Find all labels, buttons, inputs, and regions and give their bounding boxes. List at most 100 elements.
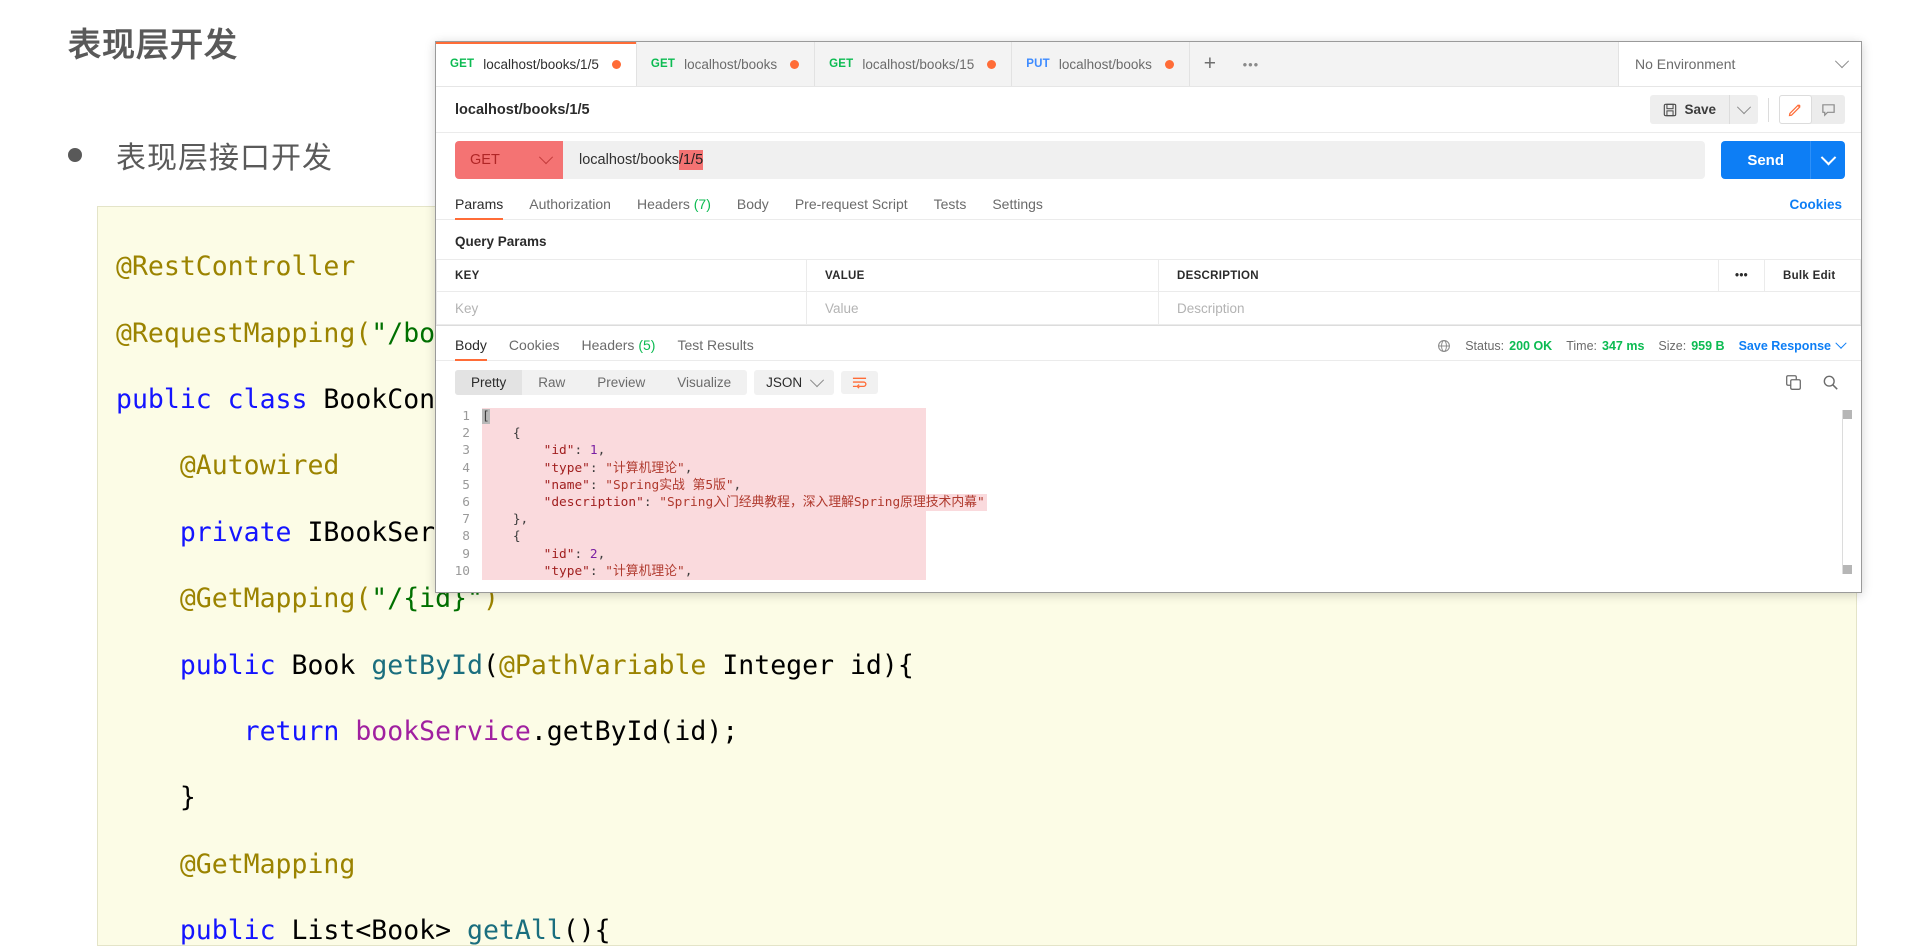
- time-value: 347 ms: [1602, 339, 1645, 353]
- request-tab-2[interactable]: GET localhost/books: [636, 42, 816, 86]
- tab-pre-request-script[interactable]: Pre-request Script: [795, 196, 908, 219]
- chevron-down-icon: [1820, 149, 1836, 165]
- response-body-viewer[interactable]: 1 [ 2 { 3 "id": 1, 4 "type": "计算机理论", 5: [436, 404, 1861, 588]
- json-line-text: {: [482, 425, 926, 443]
- response-tab-cookies-label: Cookies: [508, 337, 560, 353]
- floppy-icon: [1664, 103, 1677, 116]
- tab-params[interactable]: Params: [455, 196, 504, 220]
- status-label: Status:: [1465, 339, 1505, 353]
- tab-headers-label: Headers: [636, 196, 690, 212]
- size-label: Size:: [1658, 339, 1687, 353]
- json-line: 3 "id": 1,: [436, 442, 1861, 460]
- response-tab-test-results[interactable]: Test Results: [677, 337, 753, 360]
- params-options-icon[interactable]: •••: [1718, 259, 1765, 292]
- view-mode-preview[interactable]: Preview: [581, 370, 661, 395]
- json-line-text: },: [482, 511, 926, 529]
- request-tab-3[interactable]: GET localhost/books/15: [815, 42, 1013, 86]
- save-button-label: Save: [1684, 102, 1716, 117]
- url-input[interactable]: localhost/books/1/5: [563, 141, 1706, 179]
- param-value-cell[interactable]: Value: [806, 291, 1159, 325]
- view-toggle-group: [1779, 95, 1845, 124]
- line-number: 6: [462, 495, 470, 511]
- tab-params-label: Params: [455, 196, 504, 212]
- save-options-button[interactable]: [1729, 95, 1758, 124]
- chevron-down-icon: [538, 150, 554, 165]
- view-mode-raw[interactable]: Raw: [522, 370, 581, 395]
- tab-authorization[interactable]: Authorization: [529, 196, 611, 219]
- request-title-actions: Save: [1650, 95, 1845, 124]
- response-scrollbar[interactable]: [1842, 410, 1852, 574]
- tab-strip-spacer: [1271, 42, 1618, 86]
- json-line: 1 [: [436, 408, 1861, 426]
- format-selector[interactable]: JSON: [754, 370, 835, 395]
- query-params-label: Query Params: [455, 234, 547, 249]
- wrap-lines-button[interactable]: [841, 371, 879, 394]
- json-line-text: "id": 2,: [482, 545, 926, 563]
- request-tab-1-method: GET: [450, 58, 475, 70]
- tab-body-label: Body: [736, 196, 769, 212]
- line-number: 7: [462, 512, 470, 528]
- param-description-cell[interactable]: Description: [1158, 291, 1861, 325]
- send-options-button[interactable]: [1810, 141, 1845, 179]
- tab-authorization-label: Authorization: [529, 196, 611, 212]
- response-tab-headers-count: (5): [638, 337, 656, 353]
- tab-overflow-icon[interactable]: •••: [1230, 42, 1272, 86]
- size-value: 959 B: [1691, 339, 1725, 353]
- edit-request-button[interactable]: [1779, 95, 1812, 124]
- tab-tests[interactable]: Tests: [934, 196, 967, 219]
- scrollbar-thumb-bottom[interactable]: [1843, 565, 1852, 574]
- comments-button[interactable]: [1812, 95, 1845, 124]
- json-line: 2 {: [436, 425, 1861, 443]
- table-row[interactable]: Key Value Description: [436, 291, 1861, 325]
- json-line: 4 "type": "计算机理论",: [436, 459, 1861, 477]
- request-url-row: GET localhost/books/1/5 Send: [436, 133, 1861, 187]
- cookies-link[interactable]: Cookies: [1789, 197, 1842, 219]
- new-tab-button[interactable]: +: [1190, 42, 1230, 86]
- url-input-prefix: localhost/books: [579, 152, 679, 168]
- request-title: localhost/books/1/5: [455, 101, 590, 118]
- tab-headers[interactable]: Headers (7): [637, 196, 711, 219]
- query-params-table: KEY VALUE DESCRIPTION ••• Bulk Edit Key …: [436, 259, 1861, 325]
- save-response-label: Save Response: [1738, 339, 1831, 353]
- request-tab-1[interactable]: GET localhost/books/1/5: [436, 42, 637, 86]
- request-tab-4[interactable]: PUT localhost/books: [1012, 42, 1190, 86]
- unsaved-dot-icon: [611, 59, 621, 69]
- response-section-tabs: Body Cookies Headers (5) Test Results St…: [436, 325, 1861, 361]
- copy-icon[interactable]: [1785, 374, 1802, 391]
- save-button-group: Save: [1650, 95, 1758, 124]
- param-key-cell[interactable]: Key: [436, 291, 807, 325]
- response-tab-cookies[interactable]: Cookies: [509, 337, 560, 360]
- save-response-button[interactable]: Save Response: [1738, 337, 1847, 353]
- response-tab-body-label: Body: [455, 337, 487, 353]
- bullet-item-label: 表现层接口开发: [116, 142, 333, 175]
- line-number: 5: [462, 477, 470, 493]
- request-tab-4-method: PUT: [1026, 58, 1050, 70]
- tab-settings[interactable]: Settings: [992, 196, 1043, 219]
- json-line: 6 "description": "Spring入门经典教程，深入理解Sprin…: [436, 494, 1861, 512]
- search-icon[interactable]: [1822, 374, 1839, 391]
- method-selector[interactable]: GET: [455, 141, 563, 179]
- view-mode-visualize[interactable]: Visualize: [661, 370, 747, 395]
- response-tab-body[interactable]: Body: [455, 337, 487, 361]
- view-mode-pretty[interactable]: Pretty: [455, 370, 523, 395]
- send-button[interactable]: Send: [1721, 141, 1810, 179]
- method-selector-label: GET: [470, 152, 500, 168]
- response-view-modes: Pretty Raw Preview Visualize: [455, 370, 748, 395]
- request-tab-2-label: localhost/books: [684, 56, 778, 72]
- request-tab-strip: GET localhost/books/1/5 GET localhost/bo…: [436, 42, 1861, 87]
- globe-icon: [1438, 340, 1451, 352]
- scrollbar-thumb-top[interactable]: [1843, 410, 1852, 419]
- tab-body[interactable]: Body: [737, 196, 769, 219]
- response-tab-headers-label: Headers: [581, 337, 635, 353]
- comment-icon: [1822, 104, 1835, 117]
- environment-selector[interactable]: No Environment: [1618, 42, 1861, 86]
- pencil-icon: [1788, 104, 1801, 117]
- response-tab-headers[interactable]: Headers (5): [582, 337, 656, 360]
- tab-headers-count: (7): [693, 196, 711, 212]
- save-button[interactable]: Save: [1650, 95, 1729, 124]
- page-title: 表现层开发: [68, 26, 238, 63]
- json-line: 10 "type": "计算机理论",: [436, 562, 1861, 581]
- status-badge: 200 OK: [1509, 339, 1553, 353]
- bulk-edit-button[interactable]: Bulk Edit: [1764, 259, 1861, 292]
- column-header-value: VALUE: [806, 259, 1159, 292]
